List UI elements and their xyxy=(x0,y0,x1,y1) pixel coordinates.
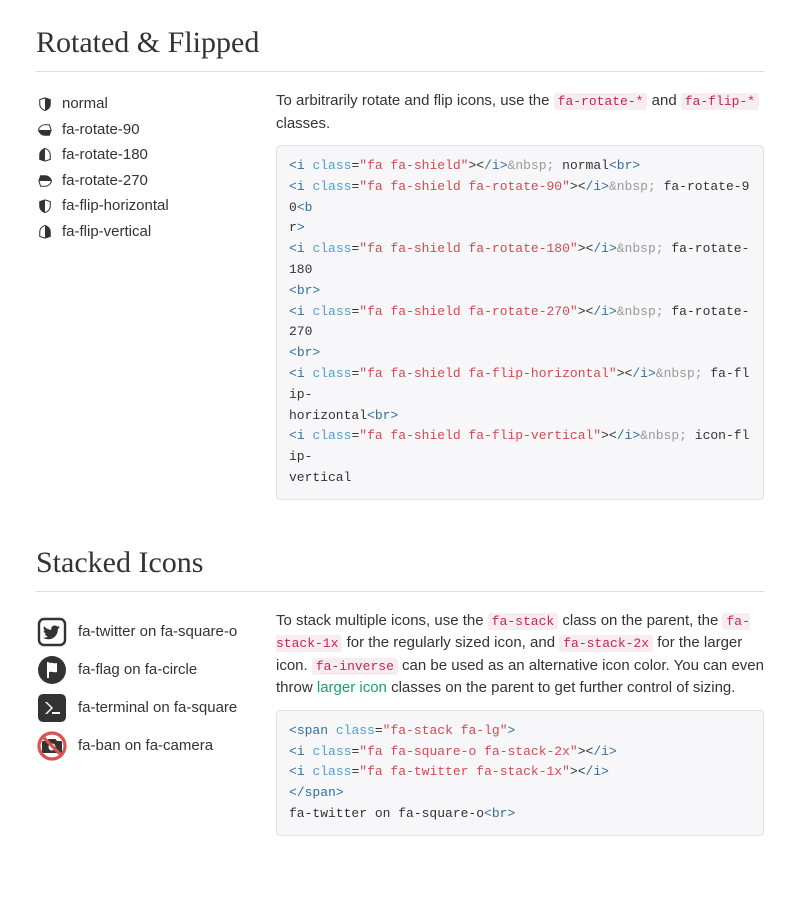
demo-rotate-270: fa-rotate-270 xyxy=(36,170,264,193)
shield-icon xyxy=(36,97,54,111)
demo-rotate-180: fa-rotate-180 xyxy=(36,144,264,167)
shield-icon xyxy=(36,225,54,239)
demo-label: fa-rotate-180 xyxy=(62,144,148,167)
demo-label: fa-flip-vertical xyxy=(62,221,151,244)
demo-terminal-on-square: fa-terminal on fa-square xyxy=(36,692,264,724)
stack-twitter-square-o-icon xyxy=(36,616,68,648)
stacked-intro: To stack multiple icons, use the fa-stac… xyxy=(276,610,764,700)
stack-terminal-square-icon xyxy=(36,692,68,724)
demo-normal: normal xyxy=(36,93,264,116)
demo-label: fa-rotate-270 xyxy=(62,170,148,193)
demo-label: fa-terminal on fa-square xyxy=(78,697,237,720)
demo-rotate-90: fa-rotate-90 xyxy=(36,119,264,142)
demo-label: normal xyxy=(62,93,108,116)
demo-flag-on-circle: fa-flag on fa-circle xyxy=(36,654,264,686)
rotated-demo-list: normal fa-rotate-90 fa-rotate-180 fa-rot… xyxy=(36,90,276,500)
code-fa-flip: fa-flip-* xyxy=(681,93,759,110)
codeblock-rotated: <i class="fa fa-shield"></i>&nbsp; norma… xyxy=(276,145,764,500)
demo-ban-on-camera: fa-ban on fa-camera xyxy=(36,730,264,762)
code-fa-inverse: fa-inverse xyxy=(312,658,398,675)
link-larger-icon[interactable]: larger icon xyxy=(317,679,387,696)
rotated-intro: To arbitrarily rotate and flip icons, us… xyxy=(276,90,764,135)
demo-flip-horizontal: fa-flip-horizontal xyxy=(36,195,264,218)
shield-icon xyxy=(36,148,54,162)
demo-label: fa-twitter on fa-square-o xyxy=(78,621,237,644)
stack-ban-camera-icon xyxy=(36,730,68,762)
heading-stacked-icons: Stacked Icons xyxy=(36,540,764,592)
heading-rotated-flipped: Rotated & Flipped xyxy=(36,20,764,72)
section-rotated-flipped: Rotated & Flipped normal fa-rotate-90 fa… xyxy=(36,20,764,500)
code-fa-rotate: fa-rotate-* xyxy=(554,93,648,110)
demo-label: fa-rotate-90 xyxy=(62,119,140,142)
stack-flag-circle-icon xyxy=(36,654,68,686)
shield-icon xyxy=(36,199,54,213)
demo-label: fa-flip-horizontal xyxy=(62,195,169,218)
shield-icon xyxy=(36,174,54,188)
shield-icon xyxy=(36,123,54,137)
demo-label: fa-ban on fa-camera xyxy=(78,735,213,758)
codeblock-stacked: <span class="fa-stack fa-lg"> <i class="… xyxy=(276,710,764,836)
demo-label: fa-flag on fa-circle xyxy=(78,659,197,682)
section-stacked-icons: Stacked Icons fa-twitter on fa-square-o … xyxy=(36,540,764,836)
code-fa-stack: fa-stack xyxy=(488,613,558,630)
demo-twitter-on-square-o: fa-twitter on fa-square-o xyxy=(36,616,264,648)
demo-flip-vertical: fa-flip-vertical xyxy=(36,221,264,244)
